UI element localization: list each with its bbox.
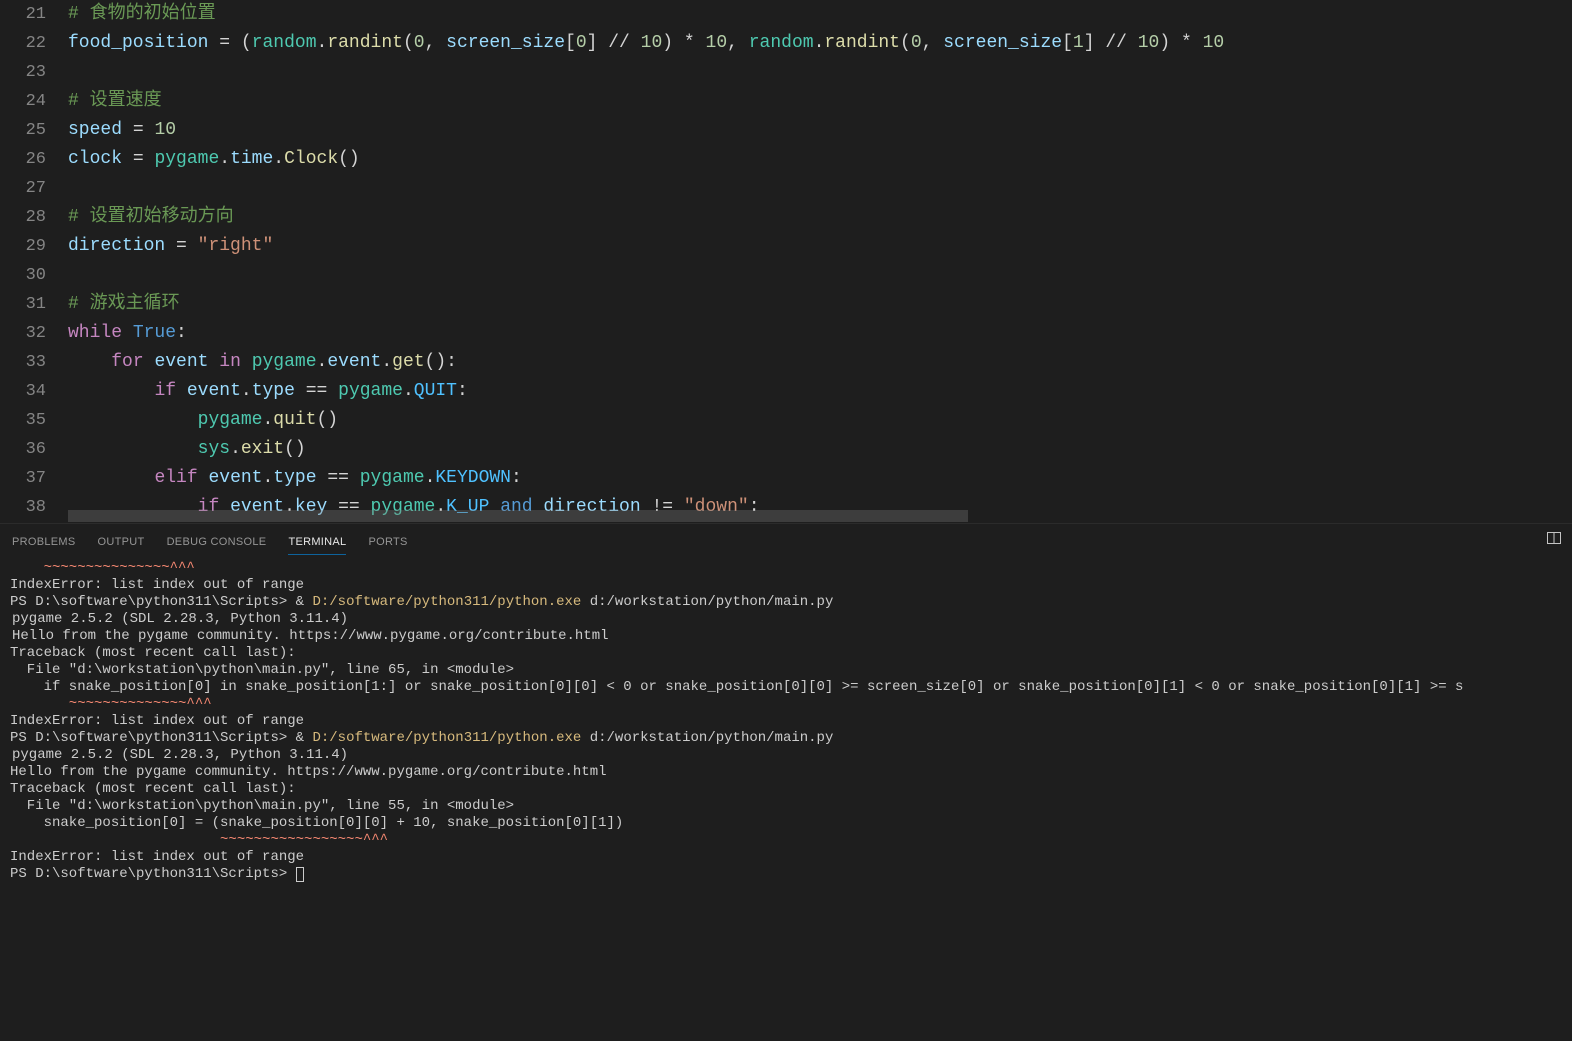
tab-terminal[interactable]: Terminal [288, 528, 346, 555]
line-number[interactable]: 30 [0, 261, 68, 290]
code-line[interactable]: 23 [0, 58, 1572, 87]
code-line[interactable]: 24# 设置速度 [0, 87, 1572, 116]
line-number[interactable]: 32 [0, 319, 68, 348]
code-content[interactable] [68, 58, 1572, 87]
line-number[interactable]: 38 [0, 493, 68, 522]
code-content[interactable]: # 食物的初始位置 [68, 0, 1572, 29]
line-number[interactable]: 23 [0, 58, 68, 87]
code-line[interactable]: 33 for event in pygame.event.get(): [0, 348, 1572, 377]
line-number[interactable]: 24 [0, 87, 68, 116]
terminal-line: Traceback (most recent call last): [10, 645, 1562, 662]
code-content[interactable]: # 游戏主循环 [68, 290, 1572, 319]
terminal-output[interactable]: ~~~~~~~~~~~~~~~^^^IndexError: list index… [0, 558, 1572, 1041]
code-line[interactable]: 32while True: [0, 319, 1572, 348]
code-line[interactable]: 29direction = "right" [0, 232, 1572, 261]
code-line[interactable]: 31# 游戏主循环 [0, 290, 1572, 319]
line-number[interactable]: 28 [0, 203, 68, 232]
code-line[interactable]: 25speed = 10 [0, 116, 1572, 145]
tab-ports[interactable]: Ports [368, 528, 407, 554]
tab-output[interactable]: Output [98, 528, 145, 554]
code-content[interactable]: food_position = (random.randint(0, scree… [68, 29, 1572, 58]
code-content[interactable]: direction = "right" [68, 232, 1572, 261]
code-line[interactable]: 30 [0, 261, 1572, 290]
code-content[interactable] [68, 261, 1572, 290]
line-number[interactable]: 36 [0, 435, 68, 464]
panel-actions [1546, 530, 1562, 549]
line-number[interactable]: 33 [0, 348, 68, 377]
line-number[interactable]: 34 [0, 377, 68, 406]
code-line[interactable]: 28# 设置初始移动方向 [0, 203, 1572, 232]
code-content[interactable]: speed = 10 [68, 116, 1572, 145]
terminal-line: PS D:\software\python311\Scripts> [10, 866, 1562, 883]
code-line[interactable]: 37 elif event.type == pygame.KEYDOWN: [0, 464, 1572, 493]
terminal-line: snake_position[0] = (snake_position[0][0… [10, 815, 1562, 832]
line-number[interactable]: 26 [0, 145, 68, 174]
terminal-line: if snake_position[0] in snake_position[1… [10, 679, 1562, 696]
code-line[interactable]: 22food_position = (random.randint(0, scr… [0, 29, 1572, 58]
terminal-line: pygame 2.5.2 (SDL 2.28.3, Python 3.11.4) [10, 611, 1562, 628]
code-content[interactable]: if event.type == pygame.QUIT: [68, 377, 1572, 406]
bottom-panel: Problems Output Debug Console Terminal P… [0, 523, 1572, 1041]
horizontal-scrollbar-thumb[interactable] [68, 510, 968, 522]
terminal-line: PS D:\software\python311\Scripts> & D:/s… [10, 594, 1562, 611]
line-number[interactable]: 21 [0, 0, 68, 29]
terminal-line: IndexError: list index out of range [10, 713, 1562, 730]
terminal-line: pygame 2.5.2 (SDL 2.28.3, Python 3.11.4) [10, 747, 1562, 764]
code-line[interactable]: 27 [0, 174, 1572, 203]
code-content[interactable] [68, 174, 1572, 203]
line-number[interactable]: 31 [0, 290, 68, 319]
terminal-line: IndexError: list index out of range [10, 577, 1562, 594]
code-content[interactable]: pygame.quit() [68, 406, 1572, 435]
code-content[interactable]: # 设置初始移动方向 [68, 203, 1572, 232]
line-number[interactable]: 22 [0, 29, 68, 58]
code-line[interactable]: 34 if event.type == pygame.QUIT: [0, 377, 1572, 406]
code-content[interactable]: for event in pygame.event.get(): [68, 348, 1572, 377]
code-content[interactable]: clock = pygame.time.Clock() [68, 145, 1572, 174]
line-number[interactable]: 29 [0, 232, 68, 261]
code-line[interactable]: 26clock = pygame.time.Clock() [0, 145, 1572, 174]
code-content[interactable]: while True: [68, 319, 1572, 348]
code-content[interactable]: # 设置速度 [68, 87, 1572, 116]
terminal-line: File "d:\workstation\python\main.py", li… [10, 798, 1562, 815]
tab-problems[interactable]: Problems [12, 528, 76, 554]
code-editor[interactable]: 21# 食物的初始位置22food_position = (random.ran… [0, 0, 1572, 523]
terminal-line: File "d:\workstation\python\main.py", li… [10, 662, 1562, 679]
terminal-line: ~~~~~~~~~~~~~~~~~^^^ [10, 832, 1562, 849]
terminal-line: ~~~~~~~~~~~~~~^^^ [10, 696, 1562, 713]
terminal-cursor [296, 867, 304, 882]
code-line[interactable]: 21# 食物的初始位置 [0, 0, 1572, 29]
code-content[interactable]: elif event.type == pygame.KEYDOWN: [68, 464, 1572, 493]
panel-tab-bar: Problems Output Debug Console Terminal P… [0, 524, 1572, 558]
line-number[interactable]: 27 [0, 174, 68, 203]
code-content[interactable]: sys.exit() [68, 435, 1572, 464]
tab-debug-console[interactable]: Debug Console [167, 528, 267, 554]
terminal-line: ~~~~~~~~~~~~~~~^^^ [10, 560, 1562, 577]
split-panel-icon[interactable] [1546, 530, 1562, 549]
code-line[interactable]: 35 pygame.quit() [0, 406, 1572, 435]
terminal-line: Hello from the pygame community. https:/… [10, 628, 1562, 645]
line-number[interactable]: 35 [0, 406, 68, 435]
terminal-line: PS D:\software\python311\Scripts> & D:/s… [10, 730, 1562, 747]
code-line[interactable]: 36 sys.exit() [0, 435, 1572, 464]
line-number[interactable]: 25 [0, 116, 68, 145]
terminal-line: IndexError: list index out of range [10, 849, 1562, 866]
line-number[interactable]: 37 [0, 464, 68, 493]
terminal-line: Traceback (most recent call last): [10, 781, 1562, 798]
terminal-line: Hello from the pygame community. https:/… [10, 764, 1562, 781]
